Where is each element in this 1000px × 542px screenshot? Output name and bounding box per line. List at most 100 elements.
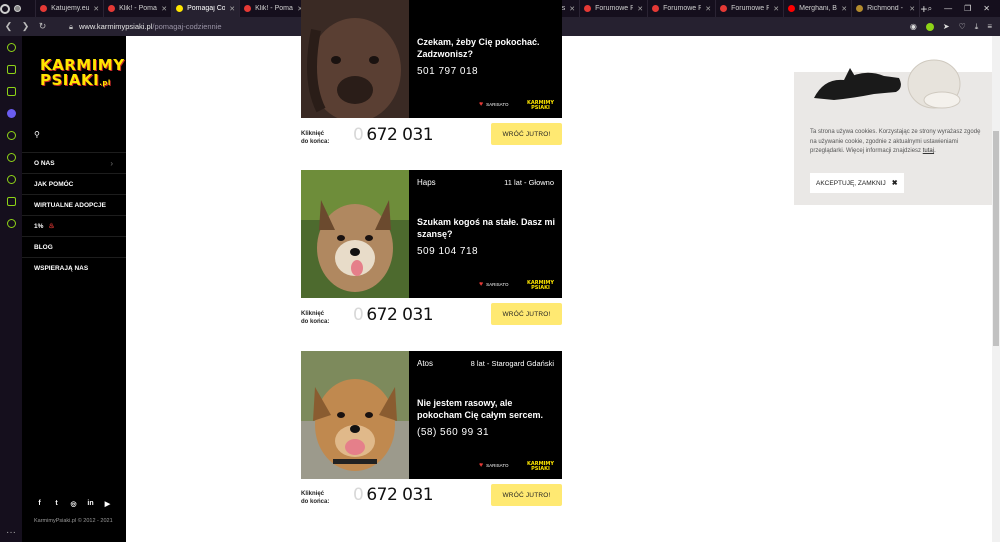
site-nav-item[interactable]: WSPIERAJĄ NAS xyxy=(22,257,126,278)
instagram-icon[interactable]: ◎ xyxy=(70,500,77,508)
messenger-icon[interactable] xyxy=(0,102,22,124)
favicon-icon xyxy=(40,5,48,12)
browser-tab[interactable]: Pomagaj Co ✕ xyxy=(172,0,241,17)
tab-title: Pomagaj Co xyxy=(187,5,226,12)
dog-phone[interactable]: (58) 560 99 31 xyxy=(417,427,489,438)
close-tab-icon[interactable]: ✕ xyxy=(909,5,915,13)
mini-logo: KARMIMY PSIAKI xyxy=(526,100,554,111)
come-back-tomorrow-button[interactable]: WRÓĆ JUTRO! xyxy=(491,123,562,145)
close-tab-icon[interactable]: ✕ xyxy=(569,5,575,13)
opera-logo-icon[interactable] xyxy=(0,0,10,17)
favicon-icon xyxy=(720,5,728,12)
heart-icon[interactable]: ♡ xyxy=(959,22,966,31)
favicon-icon xyxy=(108,5,116,12)
url-field[interactable]: 🔒︎ www.karmimypsiaki.pl/pomagaj-codzienn… xyxy=(69,22,222,32)
browser-tab[interactable]: Merghani, Bl ✕ xyxy=(784,0,853,17)
shopping-icon[interactable] xyxy=(0,58,22,80)
twitch-icon[interactable] xyxy=(0,80,22,102)
come-back-tomorrow-button[interactable]: WRÓĆ JUTRO! xyxy=(491,303,562,325)
dog-card-panel: Haps 11 lat - Głowno Szukam kogoś na sta… xyxy=(301,170,562,298)
camera-icon[interactable]: ◉ xyxy=(910,22,917,31)
click-counter: 0 672 031 xyxy=(353,305,434,325)
dog-message: Czekam, żeby Cię pokochać. Zadzwonisz? xyxy=(417,37,540,59)
download-icon[interactable]: ⤓ xyxy=(975,22,979,32)
browser-tab[interactable] xyxy=(10,0,37,17)
close-icon: ✖ xyxy=(891,180,898,187)
dog-message: Nie jestem rasowy, ale pokocham Cię cały… xyxy=(417,398,544,420)
window-controls: ⌕ — ❐ ✕ xyxy=(928,4,1000,14)
player-icon[interactable] xyxy=(0,124,22,146)
site-logo[interactable]: KARMIMY PSIAKI.pl xyxy=(40,58,124,98)
close-window-button[interactable]: ✕ xyxy=(983,4,990,14)
browser-tab[interactable]: Richmond - ✕ xyxy=(852,0,921,17)
menu-icon[interactable]: ≡ xyxy=(987,22,992,31)
vpn-shield-icon[interactable] xyxy=(925,22,934,31)
browser-tab[interactable]: Katujemy.eu ✕ xyxy=(36,0,105,17)
extensions-cube-icon[interactable] xyxy=(0,190,22,212)
close-tab-icon[interactable]: ✕ xyxy=(705,5,711,13)
scrollbar[interactable] xyxy=(992,36,1000,542)
site-nav-item[interactable]: WIRTUALNE ADOPCJE xyxy=(22,194,126,215)
site-nav-item[interactable]: 1% ♨ xyxy=(22,215,126,236)
more-icon[interactable]: ··· xyxy=(6,527,16,542)
browser-tab[interactable]: Klik! - Pomag✕ xyxy=(240,0,309,17)
new-tab-button[interactable]: + xyxy=(920,2,928,16)
click-counter: 0 672 031 xyxy=(353,125,434,145)
browser-tab[interactable]: Forumowe P ✕ xyxy=(716,0,785,17)
minimize-button[interactable]: — xyxy=(944,4,952,14)
come-back-tomorrow-button[interactable]: WRÓĆ JUTRO! xyxy=(491,484,562,506)
dog-message: Szukam kogoś na stałe. Dasz mi szansę? xyxy=(417,217,556,239)
cookie-text: Ta strona używa cookies. Korzystając ze … xyxy=(810,129,981,154)
close-tab-icon[interactable]: ✕ xyxy=(773,5,779,13)
youtube-icon[interactable]: ▶ xyxy=(104,500,111,508)
back-button[interactable]: ❮ xyxy=(0,21,17,32)
dog-photo xyxy=(301,0,409,118)
dog-name: Haps xyxy=(417,178,436,187)
bookmarks-heart-icon[interactable] xyxy=(0,146,22,168)
reload-button[interactable]: ↻ xyxy=(34,21,51,32)
close-tab-icon[interactable]: ✕ xyxy=(841,5,847,13)
forward-button[interactable]: ❯ xyxy=(17,21,34,32)
close-tab-icon[interactable]: ✕ xyxy=(229,5,235,13)
dog-phone[interactable]: 509 104 718 xyxy=(417,246,478,257)
social-links: f t ◎ in ▶ xyxy=(36,500,111,508)
favicon-icon xyxy=(244,5,252,12)
tab-title: Merghani, Bl xyxy=(799,5,838,12)
sponsor-logo: ♥ SARISATO xyxy=(479,462,509,469)
dog-photo xyxy=(301,170,409,298)
tab-title: Richmond - xyxy=(867,5,903,12)
settings-gear-icon[interactable] xyxy=(0,212,22,234)
browser-tab[interactable]: Forumowe P ✕ xyxy=(648,0,717,17)
browser-tab[interactable]: Forumowe P ✕ xyxy=(580,0,649,17)
scrollbar-thumb[interactable] xyxy=(993,131,999,346)
close-tab-icon[interactable]: ✕ xyxy=(93,5,99,13)
site-nav-label: WSPIERAJĄ NAS xyxy=(34,264,89,272)
site-nav-label: WIRTUALNE ADOPCJE xyxy=(34,201,106,209)
site-nav-item[interactable]: JAK POMÓC xyxy=(22,173,126,194)
accept-cookies-button[interactable]: AKCEPTUJĘ, ZAMKNIJ ✖ xyxy=(810,173,904,193)
twitter-icon[interactable]: t xyxy=(53,500,60,508)
site-nav-item[interactable]: BLOG xyxy=(22,236,126,257)
tab-title: Katujemy.eu xyxy=(51,5,90,12)
site-nav-label: BLOG xyxy=(34,243,53,251)
speed-dial-icon[interactable] xyxy=(0,36,22,58)
dog-phone[interactable]: 501 797 018 xyxy=(417,66,478,77)
mini-logo: KARMIMY PSIAKI xyxy=(526,280,554,291)
cookie-banner: Ta strona używa cookies. Korzystając ze … xyxy=(794,59,992,205)
close-tab-icon[interactable]: ✕ xyxy=(637,5,643,13)
site-nav-item[interactable]: O NAS › xyxy=(22,152,126,173)
browser-tab[interactable]: Klik! - Pomag✕ xyxy=(104,0,173,17)
search-tabs-icon[interactable]: ⌕ xyxy=(928,4,932,14)
facebook-icon[interactable]: f xyxy=(36,500,43,508)
close-tab-icon[interactable]: ✕ xyxy=(161,5,167,13)
search-icon[interactable]: ⚲ xyxy=(34,130,40,139)
url-host: www.karmimypsiaki.pl xyxy=(79,22,153,31)
logo-line-2: PSIAKI.pl xyxy=(40,71,111,89)
restore-button[interactable]: ❐ xyxy=(964,4,971,14)
send-icon[interactable]: ➤ xyxy=(943,22,950,31)
cookie-more-link[interactable]: tutaj xyxy=(923,148,934,154)
history-clock-icon[interactable] xyxy=(0,168,22,190)
dog-meta: 11 lat - Głowno xyxy=(504,178,554,187)
linkedin-icon[interactable]: in xyxy=(87,500,94,508)
dog-card-panel: Czekam, żeby Cię pokochać. Zadzwonisz? 5… xyxy=(301,0,562,118)
